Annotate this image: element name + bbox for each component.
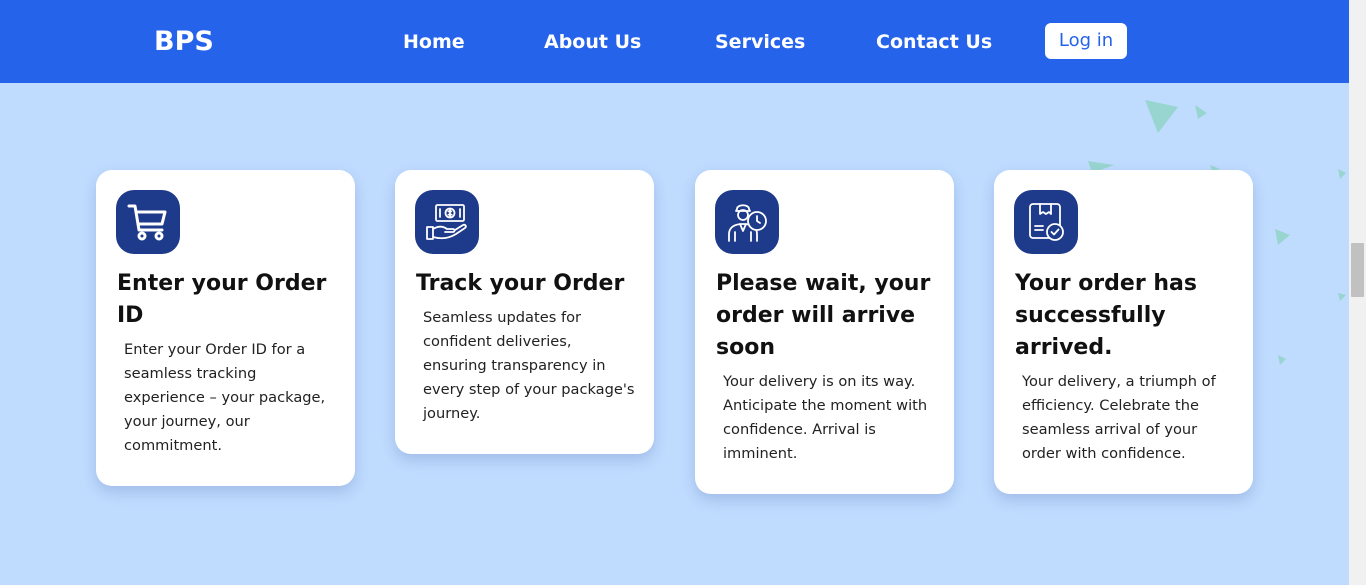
login-button[interactable]: Log in: [1045, 23, 1127, 59]
nav-link-about[interactable]: About Us: [544, 29, 641, 55]
scrollbar-thumb[interactable]: [1351, 243, 1364, 297]
feature-card-track-order: Track your Order Seamless updates for co…: [395, 170, 654, 454]
card-description: Your delivery, a triumph of efficiency. …: [1022, 373, 1216, 462]
feature-card-order-arrived: Your order has successfully arrived. You…: [994, 170, 1253, 494]
card-description: Your delivery is on its way. Anticipate …: [723, 373, 928, 462]
package-checkmark-icon: [1014, 190, 1078, 254]
card-description: Seamless updates for confident deliverie…: [423, 309, 635, 422]
nav-link-home[interactable]: Home: [403, 29, 465, 55]
feature-card-please-wait: Please wait, your order will arrive soon…: [695, 170, 954, 494]
nav-link-contact[interactable]: Contact Us: [876, 29, 992, 55]
shopping-cart-icon: [116, 190, 180, 254]
card-title: Track your Order: [416, 271, 625, 296]
feature-card-enter-order-id: Enter your Order ID Enter your Order ID …: [96, 170, 355, 486]
nav-link-services[interactable]: Services: [715, 29, 805, 55]
brand-logo[interactable]: BPS: [154, 26, 214, 58]
card-description: Enter your Order ID for a seamless track…: [124, 341, 326, 454]
card-title: Please wait, your order will arrive soon: [716, 271, 931, 360]
card-title: Enter your Order ID: [117, 271, 327, 328]
card-title: Your order has successfully arrived.: [1015, 271, 1197, 360]
page: BPS Home About Us Services Contact Us Lo…: [0, 0, 1366, 585]
navbar: BPS Home About Us Services Contact Us Lo…: [0, 0, 1349, 83]
money-hand-icon: [415, 190, 479, 254]
delivery-person-clock-icon: [715, 190, 779, 254]
